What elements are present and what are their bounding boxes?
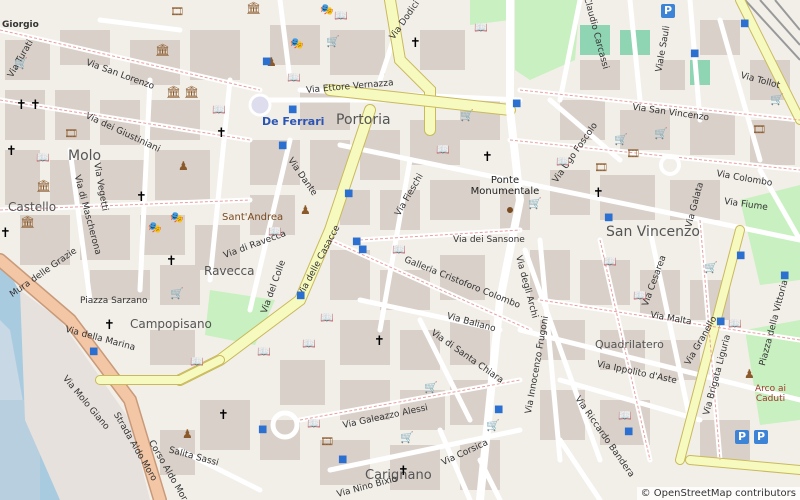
theatre-icon[interactable]: 🎭 [290, 38, 304, 50]
library-icon[interactable]: 🎞 [64, 128, 78, 140]
shop-icon[interactable]: 🛒 [486, 420, 500, 432]
bus-stop-icon[interactable]: ■ [288, 104, 297, 116]
library-icon[interactable]: 📖 [320, 312, 334, 324]
bus-stop-icon[interactable]: ■ [604, 212, 613, 224]
church-icon[interactable]: ✝ [593, 187, 604, 200]
map-attribution[interactable]: © OpenStreetMap contributors [636, 487, 800, 500]
bus-stop-icon[interactable]: ■ [262, 56, 271, 68]
library-icon[interactable]: 📖 [728, 318, 742, 330]
library-icon[interactable]: 📖 [307, 418, 321, 430]
monument-icon[interactable]: ♟ [744, 368, 755, 380]
museum-icon[interactable]: 🏛 [166, 86, 181, 98]
shop-icon[interactable]: 🛒 [326, 36, 340, 48]
library-icon[interactable]: 📖 [603, 256, 617, 268]
church-icon[interactable]: ✝ [218, 409, 229, 422]
library-icon[interactable]: 🎞 [170, 6, 184, 18]
library-icon[interactable]: 🎞 [626, 148, 640, 160]
museum-icon[interactable]: 🏛 [36, 180, 51, 192]
library-icon[interactable]: 📖 [212, 104, 226, 116]
church-icon[interactable]: ✝ [136, 191, 147, 204]
library-icon[interactable]: 📖 [287, 72, 301, 84]
church-icon[interactable]: ✝ [30, 99, 41, 112]
library-icon[interactable]: 📖 [392, 244, 406, 256]
theatre-icon[interactable]: 🎭 [170, 212, 184, 224]
library-icon[interactable]: 🎞 [320, 436, 334, 448]
shop-icon[interactable]: 🛒 [170, 288, 184, 300]
shop-icon[interactable]: 🛒 [654, 128, 668, 140]
bus-stop-icon[interactable]: ■ [690, 48, 699, 60]
bus-stop-icon[interactable]: ■ [512, 98, 521, 110]
library-icon[interactable]: 📖 [190, 356, 204, 368]
shop-icon[interactable]: 🛒 [400, 432, 414, 444]
shop-icon[interactable]: 🛒 [704, 262, 718, 274]
bus-stop-icon[interactable]: ■ [338, 454, 347, 466]
monument-icon[interactable]: ♟ [178, 160, 189, 172]
bus-stop-icon[interactable]: ■ [358, 244, 367, 256]
bus-stop-icon[interactable]: ■ [344, 188, 353, 200]
library-icon[interactable]: 📖 [257, 346, 271, 358]
library-icon[interactable]: 📖 [436, 144, 450, 156]
museum-icon[interactable]: 🏛 [246, 2, 261, 14]
church-icon[interactable]: ✝ [0, 227, 11, 240]
bus-stop-icon[interactable]: ■ [740, 18, 749, 30]
bus-stop-icon[interactable]: ■ [89, 346, 98, 358]
museum-icon[interactable]: 🏛 [20, 216, 35, 228]
theatre-icon[interactable]: 🎭 [148, 222, 162, 234]
church-icon[interactable]: ✝ [482, 151, 493, 164]
bus-stop-icon[interactable]: ■ [780, 270, 789, 282]
shop-icon[interactable]: 🛒 [770, 94, 784, 106]
bus-stop-icon[interactable]: ■ [624, 426, 633, 438]
library-icon[interactable]: 📖 [36, 152, 50, 164]
shop-icon[interactable]: 🛒 [528, 198, 542, 210]
shop-icon[interactable]: 🛒 [14, 58, 28, 70]
library-icon[interactable]: 🎞 [594, 162, 608, 174]
library-icon[interactable]: 📖 [633, 290, 647, 302]
bus-stop-icon[interactable]: ■ [494, 404, 503, 416]
parking-icon[interactable]: P [754, 430, 768, 444]
library-icon[interactable]: 🎞 [752, 124, 766, 136]
monument-icon[interactable]: ♟ [182, 428, 193, 440]
library-icon[interactable]: 📖 [618, 410, 632, 422]
parking-icon[interactable]: P [661, 4, 675, 18]
church-icon[interactable]: ✝ [104, 319, 115, 332]
bus-stop-icon[interactable]: ■ [716, 316, 725, 328]
church-icon[interactable]: ✝ [16, 99, 27, 112]
church-icon[interactable]: ✝ [216, 127, 227, 140]
library-icon[interactable]: 📖 [474, 22, 488, 34]
parking-icon[interactable]: P [735, 430, 749, 444]
church-icon[interactable]: ✝ [410, 37, 421, 50]
bus-stop-icon[interactable]: ■ [278, 140, 287, 152]
museum-icon[interactable]: 🏛 [155, 44, 170, 56]
bus-stop-icon[interactable]: ■ [296, 290, 305, 302]
shop-icon[interactable]: 🛒 [614, 134, 628, 146]
bus-stop-icon[interactable]: ■ [736, 250, 745, 262]
shop-icon[interactable]: 🛒 [460, 110, 474, 122]
monument-icon[interactable]: ♟ [300, 204, 311, 216]
library-icon[interactable]: 📖 [334, 10, 348, 22]
bus-stop-icon[interactable]: ■ [258, 424, 267, 436]
library-icon[interactable]: 📖 [556, 156, 570, 168]
museum-icon[interactable]: 🏛 [184, 86, 199, 98]
theatre-icon[interactable]: 🎭 [320, 4, 334, 16]
church-icon[interactable]: ✝ [398, 465, 409, 478]
library-icon[interactable]: 📖 [302, 338, 316, 350]
shop-icon[interactable]: 🛒 [424, 382, 438, 394]
church-icon[interactable]: ✝ [6, 145, 17, 158]
map-view[interactable]: Portoria Molo Castello Ravecca Campopisa… [0, 0, 800, 500]
church-icon[interactable]: ✝ [166, 255, 177, 268]
library-icon[interactable]: 📖 [268, 226, 282, 238]
church-icon[interactable]: ✝ [374, 335, 385, 348]
